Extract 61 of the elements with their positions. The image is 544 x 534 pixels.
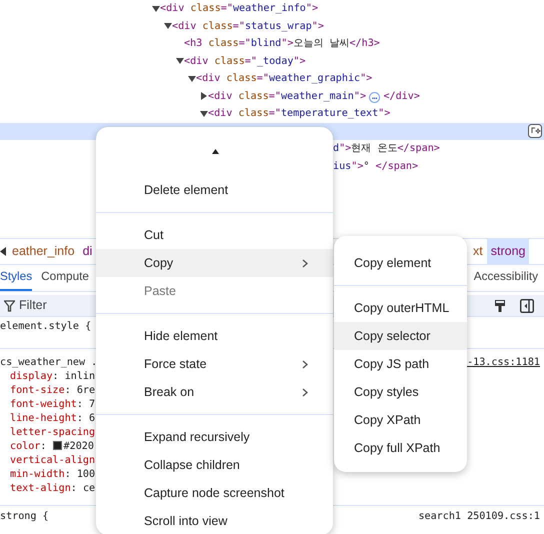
dom-node-line[interactable]: <div class="weather_main"> … </div> (208, 88, 420, 104)
menu-item[interactable]: Break on (96, 378, 333, 406)
menu-item[interactable]: Copy (96, 249, 333, 277)
menu-item[interactable]: Copy outerHTML (334, 294, 467, 322)
menu-item[interactable]: Force state (96, 350, 333, 378)
menu-item[interactable]: Cut (96, 221, 333, 249)
collapse-arrow-icon[interactable] (188, 74, 196, 83)
breadcrumb[interactable]: xt (469, 239, 487, 264)
panel-tab[interactable]: Styles (0, 265, 32, 291)
css-declaration[interactable]: min-width: 100 (10, 468, 96, 482)
sparkle-icon[interactable] (528, 124, 542, 138)
source-link[interactable]: search1 250109.css:1 (418, 509, 540, 525)
menu-item[interactable]: Collapse children (96, 451, 333, 479)
menu-item[interactable]: Copy element (334, 249, 467, 277)
menu-item[interactable]: Copy JS path (334, 350, 467, 378)
dom-node-line[interactable]: <div class="weather_graphic"> (196, 71, 372, 86)
source-link[interactable]: -13.css:1181 (467, 355, 540, 371)
panel-tab[interactable]: Accessibility (474, 265, 538, 291)
css-declaration[interactable]: display: inlin (10, 370, 96, 384)
dom-node-line[interactable]: <div class="status_wrap"> (172, 18, 324, 34)
scroll-left-icon[interactable] (0, 247, 7, 256)
collapse-arrow-icon[interactable] (152, 4, 160, 13)
dom-node-line[interactable]: ius">° </span> (333, 158, 418, 174)
css-selector: strong { (0, 510, 49, 524)
menu-item[interactable]: Copy styles (334, 378, 467, 406)
collapse-arrow-icon[interactable] (176, 57, 184, 66)
filter-icon (4, 300, 15, 312)
menu-item[interactable]: Copy full XPath (334, 434, 467, 462)
dom-node-line[interactable]: <div class="weather_info"> (160, 1, 318, 16)
menu-item[interactable]: Delete element (96, 176, 333, 204)
css-declaration[interactable]: font-size: 6re (10, 384, 96, 398)
menu-item[interactable]: Capture node screenshot (96, 479, 333, 507)
panel-tab[interactable]: Compute (41, 265, 89, 291)
breadcrumb[interactable]: di (78, 239, 96, 264)
filter-field[interactable]: Filter (15, 296, 85, 315)
dom-node-line[interactable]: <div class="temperature_text"> (208, 106, 390, 122)
dom-node-line[interactable]: d">현재 온도</span> (333, 141, 440, 156)
css-declaration[interactable]: line-height: 6 (10, 412, 96, 426)
ellipsis-button[interactable]: … (369, 92, 380, 103)
css-declaration[interactable]: letter-spacing (10, 426, 96, 440)
menu-item[interactable]: Copy XPath (334, 406, 467, 434)
breadcrumb[interactable]: strong (486, 239, 530, 264)
menu-item[interactable]: Scroll into view (96, 507, 333, 534)
expand-arrow-icon[interactable] (200, 92, 208, 100)
css-declaration[interactable]: text-align: ce (10, 482, 96, 496)
css-selector: element.style { (0, 320, 92, 334)
css-declaration[interactable]: font-weight: 7 (10, 398, 96, 412)
dom-node-line[interactable]: <h3 class="blind">오늘의 날씨</h3> (184, 36, 380, 52)
collapse-arrow-icon[interactable] (164, 22, 172, 30)
paint-brush-icon[interactable] (494, 298, 506, 312)
css-declaration[interactable]: vertical-align (10, 454, 96, 468)
menu-item[interactable]: Copy selector (334, 322, 467, 350)
sidebar-toggle-icon[interactable] (520, 298, 534, 312)
collapse-arrow-icon[interactable] (200, 110, 208, 118)
caret-icon (212, 149, 219, 154)
dom-node-line[interactable]: <div class="_today"> (184, 54, 306, 69)
breadcrumb[interactable]: eather_info (8, 239, 79, 264)
css-declaration[interactable]: color: #2020 (10, 440, 94, 454)
menu-item[interactable]: Expand recursively (96, 423, 333, 451)
menu-item[interactable]: Hide element (96, 322, 333, 350)
css-selector: cs_weather_new . (0, 356, 98, 370)
